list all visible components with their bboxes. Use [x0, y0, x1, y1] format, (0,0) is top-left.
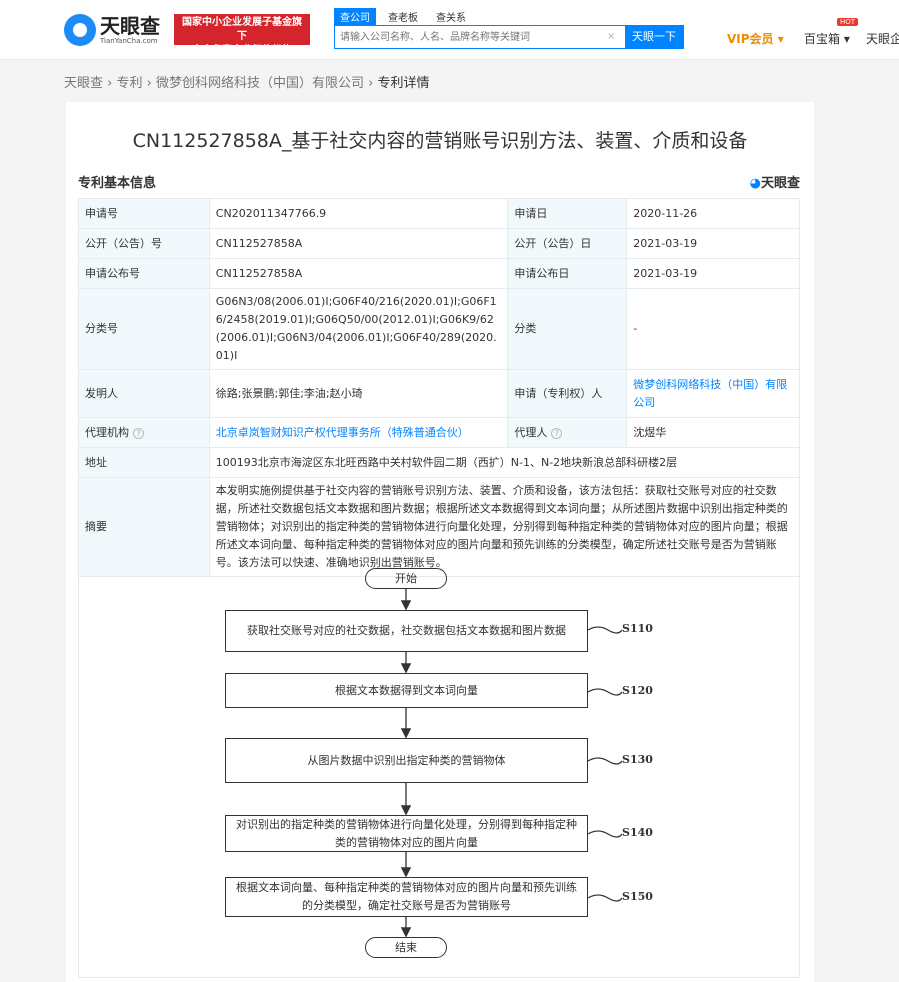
value: 2021-03-19 — [626, 228, 800, 259]
clear-icon[interactable]: × — [607, 26, 625, 48]
label: 分类 — [507, 288, 628, 370]
logo-sub: TianYanCha.com — [100, 37, 158, 45]
logo-text: 天眼查 — [100, 14, 160, 38]
breadcrumb-patent[interactable]: 专利 — [117, 76, 143, 91]
tab-company[interactable]: 查公司 — [334, 8, 376, 25]
page-title: CN112527858A_基于社交内容的营销账号识别方法、装置、介质和设备 — [132, 130, 748, 152]
flow-step: 获取社交账号对应的社交数据，社交数据包括文本数据和图片数据 — [225, 610, 588, 652]
label: 申请公布日 — [507, 258, 628, 289]
value: 徐路;张景鹏;郭佳;李油;赵小琦 — [208, 369, 509, 418]
step-label: S120 — [622, 684, 653, 697]
value: 2020-11-26 — [626, 198, 800, 229]
table-row: 公开（公告）号 CN112527858A 公开（公告）日 2021-03-19 — [78, 228, 800, 259]
label: 分类号 — [78, 288, 210, 370]
label: 申请号 — [78, 198, 210, 229]
label: 代理机构 — [85, 425, 129, 439]
value: - — [626, 288, 800, 370]
search-box: × 天眼一下 — [334, 25, 684, 49]
search-button[interactable]: 天眼一下 — [625, 26, 683, 48]
flow-step: 根据文本数据得到文本词向量 — [225, 673, 588, 708]
step-label: S150 — [622, 890, 653, 903]
value: 2021-03-19 — [626, 258, 800, 289]
breadcrumb: 天眼查 › 专利 › 微梦创科网络科技（中国）有限公司 › 专利详情 — [64, 72, 430, 91]
badge-line: 国家中小企业发展子基金旗下 — [182, 17, 302, 42]
label: 地址 — [78, 447, 210, 478]
breadcrumb-company[interactable]: 微梦创科网络科技（中国）有限公司 — [156, 76, 364, 91]
table-row: 代理机构? 北京卓岚智财知识产权代理事务所（特殊普通合伙） 代理人? 沈煜华 — [78, 417, 800, 448]
search-input[interactable] — [335, 26, 607, 48]
brand-logo: ◕天眼查 — [750, 172, 800, 191]
step-label: S140 — [622, 826, 653, 839]
label: 申请（专利权）人 — [507, 369, 628, 418]
logo-icon: ◕ — [749, 176, 761, 191]
sep: › — [107, 76, 113, 91]
sep: › — [368, 76, 374, 91]
logo[interactable]: 天眼查 TianYanCha.com — [64, 14, 160, 46]
step-label: S130 — [622, 753, 653, 766]
vip-menu[interactable]: VIP会员 ▾ — [727, 30, 784, 47]
value: G06N3/08(2006.01)I;G06F40/216(2020.01)I;… — [208, 288, 509, 370]
search-tabs: 查公司 查老板 查关系 — [334, 8, 478, 25]
more-menu[interactable]: 天眼企 — [866, 30, 899, 47]
breadcrumb-home[interactable]: 天眼查 — [64, 76, 103, 91]
official-badge: 国家中小企业发展子基金旗下官方备案企业征信机构 — [174, 14, 310, 56]
patent-info-table: 申请号 CN202011347766.9 申请日 2020-11-26 公开（公告）号… — [78, 198, 801, 577]
table-row: 分类号 G06N3/08(2006.01)I;G06F40/216(2020.01… — [78, 288, 800, 370]
top-header: 天眼查 TianYanCha.com 国家中小企业发展子基金旗下官方备案企业征信机… — [0, 0, 899, 60]
agency-link[interactable]: 北京卓岚智财知识产权代理事务所（特殊普通合伙） — [216, 426, 469, 439]
value: 沈煜华 — [626, 417, 800, 448]
patent-card: CN112527858A_基于社交内容的营销账号识别方法、装置、介质和设备 专利… — [66, 102, 814, 982]
table-row: 地址 100193北京市海淀区东北旺西路中关村软件园二期（西扩）N-1、N-2地块… — [78, 447, 801, 478]
value: CN112527858A — [208, 258, 509, 289]
sep: › — [146, 76, 152, 91]
value: 100193北京市海淀区东北旺西路中关村软件园二期（西扩）N-1、N-2地块新浪… — [208, 447, 801, 478]
label: 公开（公告）号 — [78, 228, 210, 259]
label: 公开（公告）日 — [507, 228, 628, 259]
flow-step: 对识别出的指定种类的营销物体进行向量化处理，分别得到每种指定种类的营销物体对应的… — [225, 815, 588, 852]
table-row: 发明人 徐路;张景鹏;郭佳;李油;赵小琦 申请（专利权）人 微梦创科网络科技（中国）有… — [78, 369, 800, 418]
brand-text: 天眼查 — [760, 176, 800, 191]
hot-badge: HOT — [837, 18, 859, 26]
value: CN112527858A — [208, 228, 509, 259]
breadcrumb-current: 专利详情 — [377, 76, 430, 91]
step-label: S110 — [622, 622, 653, 635]
label: 申请公布号 — [78, 258, 210, 289]
table-row: 申请公布号 CN112527858A 申请公布日 2021-03-19 — [78, 258, 800, 289]
logo-icon — [64, 14, 96, 46]
section-title: 专利基本信息 — [78, 176, 157, 191]
flow-start: 开始 — [365, 568, 447, 589]
label: 发明人 — [78, 369, 210, 418]
flow-end: 结束 — [365, 937, 447, 958]
label: 代理人 — [514, 425, 548, 439]
tab-boss[interactable]: 查老板 — [382, 8, 424, 25]
flow-step: 根据文本词向量、每种指定种类的营销物体对应的图片向量和预先训练的分类模型，确定社… — [225, 877, 588, 917]
badge-line: 官方备案企业征信机构 — [192, 45, 292, 56]
table-row: 申请号 CN202011347766.9 申请日 2020-11-26 — [78, 198, 800, 229]
flow-step: 从图片数据中识别出指定种类的营销物体 — [225, 738, 588, 783]
label: 申请日 — [507, 198, 628, 229]
tab-relation[interactable]: 查关系 — [430, 8, 472, 25]
help-icon[interactable]: ? — [133, 427, 144, 439]
treasure-menu[interactable]: 百宝箱 ▾ — [804, 30, 850, 47]
help-icon[interactable]: ? — [551, 427, 563, 439]
applicant-link[interactable]: 微梦创科网络科技（中国）有限公司 — [633, 378, 787, 409]
flowchart: 开始 获取社交账号对应的社交数据，社交数据包括文本数据和图片数据 根据文本数据得… — [78, 558, 800, 978]
value: CN202011347766.9 — [208, 198, 509, 229]
